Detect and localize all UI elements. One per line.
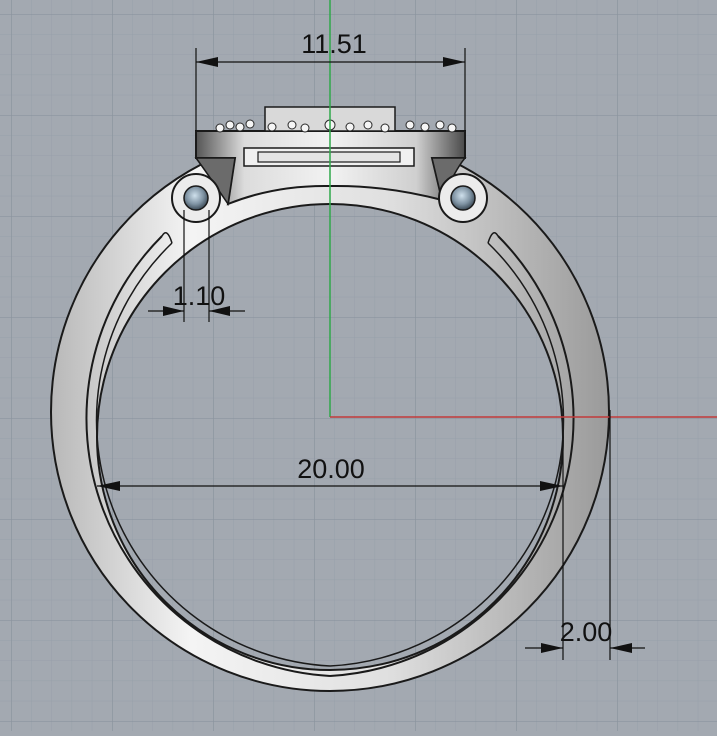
dimension-inner-diameter-label: 20.00 (297, 454, 365, 484)
left-pin (183, 185, 209, 211)
right-pin (450, 185, 476, 211)
head-slot-inner (257, 151, 401, 163)
viewport-canvas[interactable]: 11.51 1.10 20.00 2.00 (0, 0, 717, 731)
cad-viewport[interactable]: 11.51 1.10 20.00 2.00 (0, 0, 717, 731)
dimension-head-width-label: 11.51 (301, 29, 367, 59)
dimension-band-thickness-label: 2.00 (560, 617, 613, 647)
dimension-pin-offset-label: 1.10 (173, 281, 226, 311)
